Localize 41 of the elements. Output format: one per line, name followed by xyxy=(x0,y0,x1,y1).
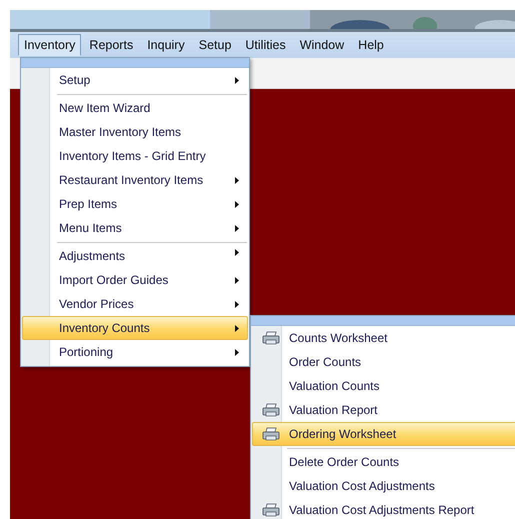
submenu-arrow-icon xyxy=(235,325,239,332)
menu-item[interactable]: Vendor Prices xyxy=(22,292,248,316)
submenu-arrow-icon xyxy=(235,177,239,184)
menu-item[interactable]: Setup xyxy=(22,68,248,92)
menu-item[interactable]: Portioning xyxy=(22,340,248,364)
menu-item[interactable]: Order Counts xyxy=(252,350,515,374)
menu-item[interactable]: Valuation Counts xyxy=(252,374,515,398)
menu-item[interactable]: Valuation Cost Adjustments xyxy=(252,474,515,498)
menu-item[interactable]: New Item Wizard xyxy=(22,92,248,120)
submenu-arrow-icon xyxy=(235,225,239,232)
submenu-arrow-icon xyxy=(235,277,239,284)
grip-handle[interactable] xyxy=(251,316,515,326)
menu-item[interactable]: Counts Worksheet xyxy=(252,326,515,350)
menu-item[interactable]: Adjustments xyxy=(22,240,248,268)
grip-handle[interactable] xyxy=(21,58,249,68)
submenu-arrow-icon xyxy=(235,301,239,308)
menu-item[interactable]: Ordering Worksheet xyxy=(252,422,515,446)
printer-icon xyxy=(262,331,280,345)
printer-icon xyxy=(262,427,280,441)
menu-item[interactable]: Inventory Items - Grid Entry xyxy=(22,144,248,168)
menu-bar-item[interactable]: Utilities xyxy=(239,34,292,56)
menu-bar-item[interactable]: Inventory xyxy=(18,34,82,56)
menu-item[interactable]: Valuation Report xyxy=(252,398,515,422)
menu-bar-item[interactable]: Window xyxy=(294,34,350,56)
submenu-arrow-icon xyxy=(235,201,239,208)
menu-item[interactable]: Import Order Guides xyxy=(22,268,248,292)
printer-icon xyxy=(262,403,280,417)
submenu-arrow-icon xyxy=(235,249,239,256)
printer-icon xyxy=(262,503,280,517)
submenu-arrow-icon xyxy=(235,349,239,356)
menu-bar-item[interactable]: Setup xyxy=(192,34,238,56)
menu-item[interactable]: Valuation Cost Adjustments Report xyxy=(252,498,515,519)
menu-item[interactable]: Inventory Counts xyxy=(22,316,248,340)
menu-item[interactable]: Restaurant Inventory Items xyxy=(22,168,248,192)
menu-item[interactable]: Prep Items xyxy=(22,192,248,216)
menu-bar-item[interactable]: Help xyxy=(352,34,390,56)
menu-item[interactable]: Master Inventory Items xyxy=(22,120,248,144)
menu-bar-item[interactable]: Reports xyxy=(83,34,140,56)
menu-item[interactable]: Menu Items xyxy=(22,216,248,240)
menu-bar-item[interactable]: Inquiry xyxy=(141,34,191,56)
submenu-arrow-icon xyxy=(235,77,239,84)
